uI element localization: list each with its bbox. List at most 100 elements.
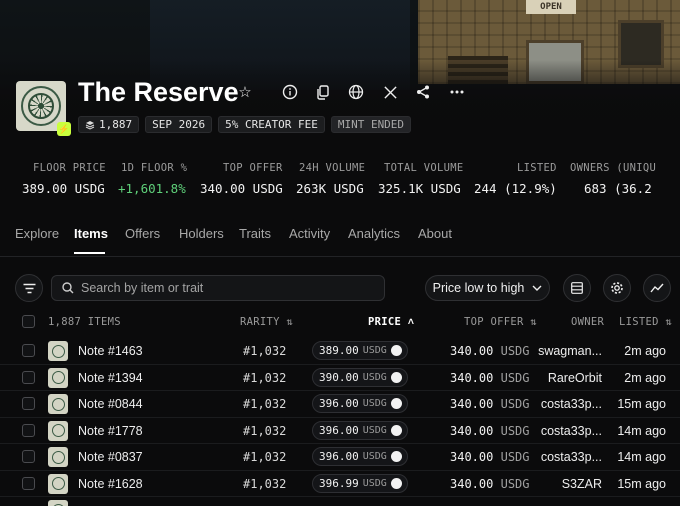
tab-analytics[interactable]: Analytics xyxy=(348,226,400,241)
globe-icon[interactable] xyxy=(346,82,366,102)
item-price[interactable]: 396.99 USDG xyxy=(312,473,408,493)
share-icon[interactable] xyxy=(413,82,433,102)
buy-now-icon xyxy=(391,477,402,489)
item-price[interactable]: 396.00 USDG xyxy=(312,420,408,440)
stat-value-listed: 244 (12.9%) xyxy=(474,181,557,196)
stat-value-floor-price: 389.00 USDG xyxy=(22,181,105,196)
item-name[interactable]: Note #0837 xyxy=(78,450,143,464)
offer-value: 340.00 xyxy=(450,450,494,464)
stat-value-1d-floor: +1,601.8% xyxy=(118,181,186,196)
item-name[interactable]: Note #1394 xyxy=(78,371,143,385)
search-box[interactable] xyxy=(51,275,385,301)
thumbnail-seal xyxy=(51,450,65,464)
row-checkbox[interactable] xyxy=(22,423,35,437)
row-checkbox[interactable] xyxy=(22,450,35,463)
filter-button[interactable] xyxy=(15,274,43,302)
header-price[interactable]: PRICE ˄ xyxy=(368,316,414,329)
gear-icon xyxy=(611,282,623,294)
stat-label-total-volume: TOTAL VOLUME xyxy=(384,162,464,174)
table-row[interactable]: Note #1778 #1,032 396.00 USDG 340.00 USDG… xyxy=(0,418,680,444)
x-icon[interactable] xyxy=(380,82,400,102)
price-value: 389.00 xyxy=(319,344,359,357)
sort-icon: ⇅ xyxy=(286,316,293,328)
item-owner[interactable]: S3ZAR xyxy=(562,477,602,491)
table-row[interactable]: Note #1628 #1,032 396.99 USDG 340.00 USDG… xyxy=(0,471,680,497)
price-value: 396.00 xyxy=(319,397,359,410)
stat-label-listed: LISTED xyxy=(517,162,557,174)
item-owner[interactable]: costa33p... xyxy=(541,424,602,438)
buy-now-icon xyxy=(391,371,402,383)
verified-badge-icon: ⚡ xyxy=(57,122,71,136)
item-top-offer: 340.00 USDG xyxy=(450,424,530,438)
offer-unit: USDG xyxy=(500,450,530,464)
item-owner[interactable]: swagman... xyxy=(538,344,602,358)
tab-activity[interactable]: Activity xyxy=(289,226,330,241)
header-owner: OWNER xyxy=(571,316,605,328)
select-all-checkbox[interactable] xyxy=(22,315,35,328)
settings-button[interactable] xyxy=(603,274,631,302)
tab-explore[interactable]: Explore xyxy=(15,226,59,241)
star-icon[interactable]: ☆ xyxy=(235,82,255,102)
tab-traits[interactable]: Traits xyxy=(239,226,271,241)
table-row[interactable]: Note #1394 #1,032 390.00 USDG 340.00 USDG… xyxy=(0,365,680,391)
item-top-offer: 340.00 USDG xyxy=(450,344,530,358)
header-top-offer[interactable]: TOP OFFER ⇅ xyxy=(464,316,537,328)
logo-seal xyxy=(21,86,61,126)
item-top-offer: 340.00 USDG xyxy=(450,397,530,411)
buy-now-icon xyxy=(391,398,402,409)
header-listed-label: LISTED xyxy=(619,316,659,328)
item-price[interactable]: 396.00 USDG xyxy=(312,447,408,466)
table-row[interactable]: Note #0844 #1,032 396.00 USDG 340.00 USDG… xyxy=(0,391,680,418)
offer-value: 340.00 xyxy=(450,344,494,358)
price-value: 390.00 xyxy=(319,370,359,384)
stat-label-1d-floor: 1D FLOOR % xyxy=(121,162,188,174)
item-owner[interactable]: costa33p... xyxy=(541,450,602,464)
active-tab-indicator xyxy=(74,252,105,254)
buy-now-icon xyxy=(391,345,402,356)
item-name[interactable]: Note #1463 xyxy=(78,344,143,358)
item-owner[interactable]: costa33p... xyxy=(541,397,602,411)
item-rarity: #1,032 xyxy=(243,344,287,358)
header-rarity-label: RARITY xyxy=(240,316,280,328)
row-checkbox[interactable] xyxy=(22,370,35,384)
item-owner[interactable]: RareOrbit xyxy=(548,371,602,385)
price-unit: USDG xyxy=(362,371,387,383)
tab-holders[interactable]: Holders xyxy=(179,226,224,241)
price-unit: USDG xyxy=(362,345,387,356)
tab-offers[interactable]: Offers xyxy=(125,226,160,241)
row-checkbox[interactable] xyxy=(22,397,35,410)
tab-items[interactable]: Items xyxy=(74,226,108,241)
item-name[interactable]: Note #1628 xyxy=(78,477,143,491)
item-price[interactable]: 390.00 USDG xyxy=(312,367,408,387)
item-name[interactable]: Note #0844 xyxy=(78,397,143,411)
header-listed[interactable]: LISTED ⇅ xyxy=(619,316,672,328)
tab-about[interactable]: About xyxy=(418,226,452,241)
analytics-chart-button[interactable] xyxy=(643,274,671,302)
stat-label-top-offer: TOP OFFER xyxy=(223,162,283,174)
logo-seal-inner xyxy=(28,93,54,119)
header-rarity[interactable]: RARITY ⇅ xyxy=(240,316,293,328)
buy-now-icon xyxy=(391,451,402,462)
more-icon[interactable] xyxy=(447,82,467,102)
thumbnail-seal xyxy=(51,424,65,437)
row-checkbox[interactable] xyxy=(22,344,35,357)
price-unit: USDG xyxy=(362,398,387,409)
offer-unit: USDG xyxy=(500,344,530,358)
info-icon[interactable] xyxy=(280,82,300,102)
sort-dropdown[interactable]: Price low to high xyxy=(425,275,550,301)
row-checkbox[interactable] xyxy=(22,476,35,490)
sort-asc-icon: ˄ xyxy=(407,316,415,328)
item-thumbnail xyxy=(48,367,68,388)
offer-unit: USDG xyxy=(500,397,530,411)
item-price[interactable]: 396.00 USDG xyxy=(312,394,408,413)
table-row[interactable]: Note #0837 #1,032 396.00 USDG 340.00 USDG… xyxy=(0,444,680,471)
item-price[interactable]: 389.00 USDG xyxy=(312,341,408,360)
item-name[interactable]: Note #1778 xyxy=(78,424,143,438)
list-view-button[interactable] xyxy=(563,274,591,302)
collection-title: The Reserve xyxy=(78,77,239,107)
item-thumbnail xyxy=(48,394,68,414)
copy-icon[interactable] xyxy=(313,82,333,102)
table-row[interactable]: Note #1463 #1,032 389.00 USDG 340.00 USDG… xyxy=(0,338,680,365)
filter-icon xyxy=(23,283,35,293)
search-input[interactable] xyxy=(81,281,371,295)
